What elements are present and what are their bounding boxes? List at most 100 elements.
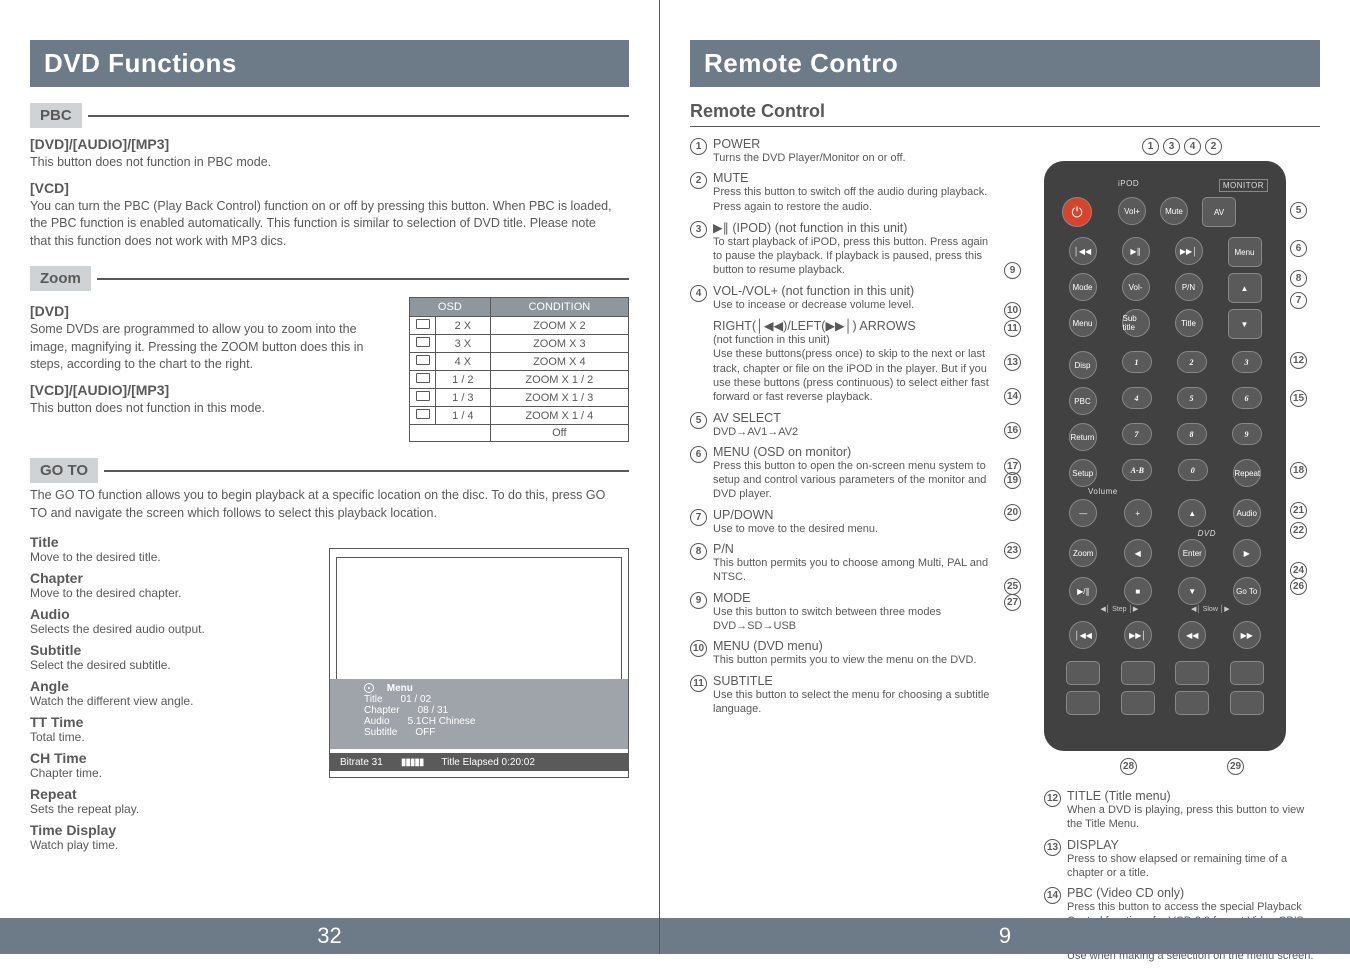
remote-blank-button[interactable] xyxy=(1230,691,1264,715)
pbc-p2: You can turn the PBC (Play Back Control)… xyxy=(30,198,620,251)
zoom-osd-cell: 1 / 3 xyxy=(436,389,491,407)
remote-blank-button[interactable] xyxy=(1066,691,1100,715)
remote-btn[interactable]: Enter xyxy=(1178,539,1206,567)
goto-scr-audio: Audio xyxy=(364,716,390,727)
remote-btn[interactable]: Mute xyxy=(1160,197,1188,225)
remote-item-name: P/N xyxy=(713,542,990,556)
goto-item-heading: Angle xyxy=(30,678,309,694)
zoom-cond-cell: ZOOM X 2 xyxy=(490,317,628,335)
callout-number: 7 xyxy=(690,509,707,526)
remote-btn[interactable]: ■ xyxy=(1124,577,1152,605)
remote-btn[interactable]: 8 xyxy=(1177,423,1207,445)
remote-btn[interactable]: P/N xyxy=(1175,273,1203,301)
remote-btn[interactable]: ▶ xyxy=(1233,539,1261,567)
remote-item-name: UP/DOWN xyxy=(713,508,878,522)
remote-blank-button[interactable] xyxy=(1230,661,1264,685)
goto-item-heading: Title xyxy=(30,534,309,550)
remote-btn[interactable]: Disp xyxy=(1069,351,1097,379)
right-page-number: 9 xyxy=(660,918,1350,954)
remote-blank-button[interactable] xyxy=(1175,691,1209,715)
callout-number: 4 xyxy=(1184,138,1201,155)
callout-number: 8 xyxy=(1290,270,1307,287)
remote-btn[interactable]: Repeat xyxy=(1233,459,1261,487)
goto-scr-sub: Subtitle xyxy=(364,727,397,738)
remote-btn[interactable]: — xyxy=(1069,499,1097,527)
remote-btn[interactable]: A-B xyxy=(1122,459,1152,481)
remote-btn[interactable]: 2 xyxy=(1177,351,1207,373)
remote-right-callouts: 568712151821222426 xyxy=(1290,161,1320,751)
remote-btn[interactable]: Return xyxy=(1069,423,1097,451)
callout-number: 25 xyxy=(1004,578,1021,595)
remote-item-name: MENU (DVD menu) xyxy=(713,639,977,653)
remote-btn[interactable]: 5 xyxy=(1177,387,1207,409)
remote-power-button[interactable]: ⏻ xyxy=(1062,197,1092,227)
remote-btn[interactable]: 6 xyxy=(1232,387,1262,409)
zoom-p1: Some DVDs are programmed to allow you to… xyxy=(30,321,395,374)
remote-btn[interactable]: ▶∥ xyxy=(1122,237,1150,265)
callout-number: 2 xyxy=(690,172,707,189)
remote-btn[interactable]: ▶▶ xyxy=(1233,621,1261,649)
callout-number: 2 xyxy=(1205,138,1222,155)
remote-btn[interactable]: ◀◀ xyxy=(1178,621,1206,649)
remote-btn[interactable]: 0 xyxy=(1178,459,1208,481)
remote-blank-button[interactable] xyxy=(1066,661,1100,685)
remote-btn[interactable]: ▼ xyxy=(1178,577,1206,605)
callout-number: 28 xyxy=(1120,758,1137,775)
remote-btn[interactable]: Title xyxy=(1175,309,1203,337)
zoom-p2: This button does not function in this mo… xyxy=(30,400,395,418)
zoom-th-cond: CONDITION xyxy=(490,298,628,317)
remote-btn[interactable]: Go To xyxy=(1233,577,1261,605)
goto-screen-strip: Menu Title01 / 02 Chapter08 / 31 Audio5.… xyxy=(330,679,628,749)
remote-btn[interactable]: Menu xyxy=(1069,309,1097,337)
remote-btn[interactable]: │◀◀ xyxy=(1069,621,1097,649)
remote-item-name: SUBTITLE xyxy=(713,674,990,688)
remote-btn[interactable]: ▶▶│ xyxy=(1124,621,1152,649)
remote-btn[interactable]: Audio xyxy=(1233,499,1261,527)
remote-item-desc: This button permits you to view the menu… xyxy=(713,653,977,667)
callout-number: 14 xyxy=(1044,887,1061,904)
remote-btn[interactable]: 4 xyxy=(1122,387,1152,409)
remote-btn[interactable]: ▲ xyxy=(1178,499,1206,527)
remote-blank-button[interactable] xyxy=(1175,661,1209,685)
goto-screen: Menu Title01 / 02 Chapter08 / 31 Audio5.… xyxy=(329,548,629,778)
callout-number: 7 xyxy=(1290,292,1307,309)
remote-btn[interactable]: 7 xyxy=(1122,423,1152,445)
remote-btn[interactable]: + xyxy=(1124,499,1152,527)
remote-item-name: AV SELECT xyxy=(713,411,798,425)
callout-number: 24 xyxy=(1290,562,1307,579)
goto-scr-chapter: Chapter xyxy=(364,705,400,716)
remote-btn[interactable]: PBC xyxy=(1069,387,1097,415)
remote-btn[interactable]: 3 xyxy=(1232,351,1262,373)
goto-item-heading: CH Time xyxy=(30,750,309,766)
remote-btn[interactable]: Setup xyxy=(1069,459,1097,487)
remote-btn[interactable]: ◀ xyxy=(1124,539,1152,567)
callout-number: 14 xyxy=(1004,388,1021,405)
remote-btn[interactable]: ▶/∥ xyxy=(1069,577,1097,605)
callout-number: 29 xyxy=(1227,758,1244,775)
remote-monitor-label: MONITOR xyxy=(1219,179,1268,192)
zoom-sub1: [DVD] xyxy=(30,303,395,319)
remote-blank-button[interactable] xyxy=(1121,691,1155,715)
remote-btn[interactable]: Zoom xyxy=(1069,539,1097,567)
zoom-rect-icon xyxy=(416,319,430,329)
remote-btn[interactable]: │◀◀ xyxy=(1069,237,1097,265)
remote-btn[interactable]: 1 xyxy=(1122,351,1152,373)
remote-blank-button[interactable] xyxy=(1121,661,1155,685)
callout-number: 23 xyxy=(1004,542,1021,559)
pbc-sub1: [DVD]/[AUDIO]/[MP3] xyxy=(30,136,629,152)
remote-btn[interactable]: ▼ xyxy=(1228,309,1262,339)
remote-btn[interactable]: Menu xyxy=(1228,237,1262,267)
zoom-osd-cell: 2 X xyxy=(436,317,491,335)
remote-btn[interactable]: Sub title xyxy=(1122,309,1150,337)
remote-item-name: DISPLAY xyxy=(1067,838,1320,852)
remote-btn[interactable]: ▲ xyxy=(1228,273,1262,303)
remote-btn[interactable]: Mode xyxy=(1069,273,1097,301)
remote-btn[interactable]: Vol+ xyxy=(1118,197,1146,225)
remote-btn[interactable]: ▶▶│ xyxy=(1175,237,1203,265)
callout-number: 8 xyxy=(690,543,707,560)
remote-btn[interactable]: Vol- xyxy=(1122,273,1150,301)
goto-elapsed: Title Elapsed 0:20:02 xyxy=(441,757,535,768)
pbc-sub2: [VCD] xyxy=(30,180,629,196)
remote-btn[interactable]: 9 xyxy=(1232,423,1262,445)
remote-btn[interactable]: AV xyxy=(1202,197,1236,227)
